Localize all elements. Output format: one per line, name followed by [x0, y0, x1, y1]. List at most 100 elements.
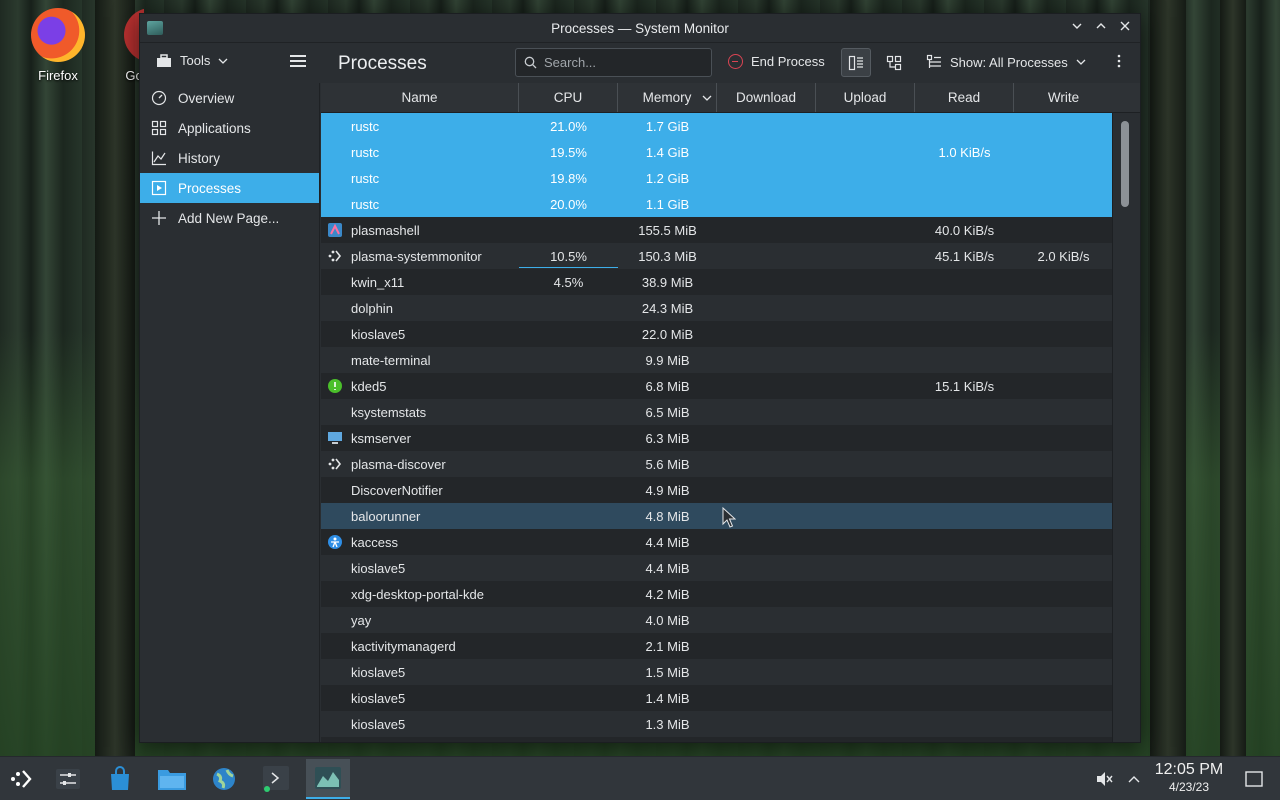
- sidebar-item-processes[interactable]: Processes: [140, 173, 319, 203]
- write-cell: [1014, 607, 1113, 633]
- cpu-usage-bar: [519, 267, 618, 268]
- sidebar-item-applications[interactable]: Applications: [140, 113, 319, 143]
- plasma-icon: [327, 222, 343, 238]
- write-cell: [1014, 659, 1113, 685]
- column-header-memory[interactable]: Memory: [618, 83, 717, 112]
- table-row[interactable]: kded5 6.8 MiB 15.1 KiB/s: [321, 373, 1140, 399]
- volume-muted-icon: [1097, 772, 1113, 786]
- cpu-cell: [519, 451, 618, 477]
- read-cell: [915, 711, 1014, 737]
- write-cell: [1014, 633, 1113, 659]
- tools-menu-button[interactable]: Tools: [156, 53, 228, 68]
- memory-cell: 4.8 MiB: [645, 508, 690, 524]
- table-row[interactable]: plasma-discover 5.6 MiB: [321, 451, 1140, 477]
- maximize-button[interactable]: [1094, 19, 1108, 37]
- more-options-button[interactable]: [1117, 54, 1121, 71]
- column-header-download[interactable]: Download: [717, 83, 816, 112]
- table-row[interactable]: kioslave5 1.4 MiB: [321, 685, 1140, 711]
- write-cell: [1014, 321, 1113, 347]
- table-row[interactable]: kaccess 4.4 MiB: [321, 529, 1140, 555]
- process-name-cell: kioslave5: [321, 685, 519, 711]
- column-header-label: Memory: [642, 90, 692, 105]
- filter-icon: [926, 54, 941, 68]
- table-row[interactable]: rustc 20.0% 1.1 GiB: [321, 191, 1140, 217]
- write-cell: [1014, 269, 1113, 295]
- write-cell: [1014, 113, 1113, 139]
- table-row[interactable]: yay 4.0 MiB: [321, 607, 1140, 633]
- cpu-cell: [519, 555, 618, 581]
- list-view-button[interactable]: [841, 48, 871, 77]
- search-field[interactable]: [515, 48, 712, 77]
- hamburger-menu-button[interactable]: [290, 55, 306, 70]
- table-row[interactable]: plasma-systemmonitor 10.5% 150.3 MiB 45.1 K…: [321, 243, 1140, 269]
- table-row[interactable]: kioslave5 4.4 MiB: [321, 555, 1140, 581]
- wallpaper-tree: [95, 0, 135, 760]
- process-name-cell: dolphin: [321, 295, 519, 321]
- window-titlebar[interactable]: Processes — System Monitor: [140, 14, 1140, 43]
- table-row[interactable]: kioslave5 22.0 MiB: [321, 321, 1140, 347]
- sidebar-item-overview[interactable]: Overview: [140, 83, 319, 113]
- taskbar-system-monitor[interactable]: [306, 759, 350, 799]
- kde-logo-icon: [327, 456, 343, 472]
- taskbar-settings[interactable]: [46, 759, 90, 799]
- taskbar-terminal[interactable]: [254, 759, 298, 799]
- column-header-write[interactable]: Write: [1014, 83, 1113, 112]
- minimize-button[interactable]: [1070, 19, 1084, 37]
- tray-expand-button[interactable]: [1118, 759, 1150, 799]
- process-name-cell: kioslave5: [321, 659, 519, 685]
- table-row[interactable]: kioslave5 1.5 MiB: [321, 659, 1140, 685]
- sidebar-item-label: Processes: [178, 180, 242, 196]
- sidebar-item-add-page[interactable]: Add New Page...: [140, 203, 319, 233]
- scrollbar-thumb[interactable]: [1121, 121, 1129, 207]
- table-row[interactable]: dolphin 24.3 MiB: [321, 295, 1140, 321]
- desktop-icon-firefox[interactable]: Firefox: [22, 8, 94, 83]
- read-cell: 40.0 KiB/s: [934, 222, 995, 238]
- table-row[interactable]: rustc 21.0% 1.7 GiB: [321, 113, 1140, 139]
- taskbar-dolphin[interactable]: [150, 759, 194, 799]
- column-header-read[interactable]: Read: [915, 83, 1014, 112]
- upload-cell: [816, 711, 915, 737]
- column-header-upload[interactable]: Upload: [816, 83, 915, 112]
- folder-icon: [158, 770, 186, 790]
- end-process-label: End Process: [751, 54, 825, 69]
- table-row[interactable]: kioslave5 1.3 MiB: [321, 711, 1140, 737]
- column-header-name[interactable]: Name: [321, 83, 519, 112]
- wallpaper-tree: [1220, 0, 1246, 760]
- column-header-cpu[interactable]: CPU: [519, 83, 618, 112]
- tree-view-button[interactable]: [879, 48, 909, 77]
- cpu-cell: [519, 503, 618, 529]
- digital-clock[interactable]: 12:05 PM 4/23/23: [1150, 760, 1228, 794]
- search-input[interactable]: [544, 55, 704, 70]
- close-button[interactable]: [1118, 19, 1132, 37]
- show-filter-dropdown[interactable]: Show: All Processes: [926, 54, 1086, 70]
- vertical-scrollbar[interactable]: [1112, 113, 1140, 742]
- sidebar-item-history[interactable]: History: [140, 143, 319, 173]
- write-cell: [1014, 685, 1113, 711]
- read-cell: [915, 191, 1014, 217]
- desktop-icon-label: Firefox: [38, 68, 78, 83]
- table-row[interactable]: rustc 19.8% 1.2 GiB: [321, 165, 1140, 191]
- table-row[interactable]: plasmashell 155.5 MiB 40.0 KiB/s: [321, 217, 1140, 243]
- end-process-button[interactable]: End Process: [728, 54, 825, 69]
- table-row[interactable]: kwin_x11 4.5% 38.9 MiB: [321, 269, 1140, 295]
- memory-cell: 5.6 MiB: [645, 456, 690, 472]
- cpu-cell: [519, 607, 618, 633]
- blank-icon: [327, 716, 343, 732]
- table-row[interactable]: ksmserver 6.3 MiB: [321, 425, 1140, 451]
- process-name-cell: DiscoverNotifier: [321, 477, 519, 503]
- table-row[interactable]: mate-terminal 9.9 MiB: [321, 347, 1140, 373]
- show-desktop-button[interactable]: [1236, 759, 1272, 799]
- application-launcher-button[interactable]: [0, 759, 44, 799]
- table-row[interactable]: xdg-desktop-portal-kde 4.2 MiB: [321, 581, 1140, 607]
- blank-icon: [327, 326, 343, 342]
- table-row[interactable]: rustc 19.5% 1.4 GiB 1.0 KiB/s: [321, 139, 1140, 165]
- process-name-cell: kactivitymanagerd: [321, 633, 519, 659]
- table-row[interactable]: ksystemstats 6.5 MiB: [321, 399, 1140, 425]
- cpu-cell: [519, 295, 618, 321]
- memory-cell: 1.3 MiB: [645, 716, 690, 732]
- table-row[interactable]: kactivitymanagerd 2.1 MiB: [321, 633, 1140, 659]
- taskbar-discover[interactable]: [98, 759, 142, 799]
- table-row[interactable]: DiscoverNotifier 4.9 MiB: [321, 477, 1140, 503]
- taskbar-browser[interactable]: [202, 759, 246, 799]
- write-cell: [1014, 347, 1113, 373]
